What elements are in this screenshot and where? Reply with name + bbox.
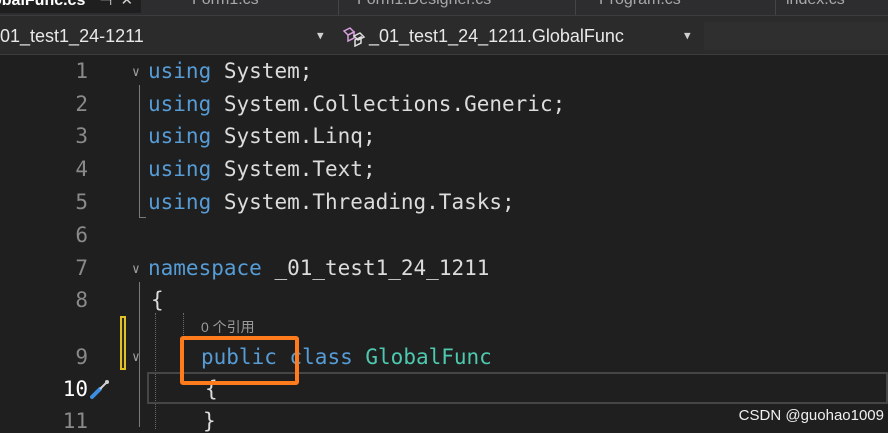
navigation-bar: 01_test1_24-1211 ▼ _01_test1_24_1211.Glo… [0, 15, 888, 55]
collapse-chevron-icon[interactable]: ∨ [132, 65, 140, 80]
line-number: 4 [75, 157, 88, 181]
line-number: 8 [75, 288, 88, 312]
collapse-chevron-icon[interactable]: ∨ [132, 262, 140, 277]
code-line: using System.Collections.Generic; [148, 92, 565, 116]
code-text: System.Collections.Generic; [223, 92, 566, 116]
code-line: namespace _01_test1_24_1211 [148, 256, 489, 280]
type-name: GlobalFunc [365, 345, 492, 369]
code-text: System.Threading.Tasks; [223, 190, 515, 214]
code-line: using System.Linq; [148, 124, 376, 148]
screwdriver-icon[interactable] [89, 378, 111, 400]
watermark: CSDN @guohao1009 [738, 407, 884, 424]
keyword: using [148, 157, 212, 181]
line-number: 9 [75, 345, 88, 369]
pin-icon[interactable]: ⊣ [99, 0, 112, 9]
scope-dropdown[interactable] [704, 22, 888, 50]
tab-form1[interactable]: Form1.cs [192, 0, 259, 13]
code-text: System.Text; [223, 157, 376, 181]
line-number: 1 [75, 59, 88, 83]
chevron-down-icon[interactable]: ▼ [684, 22, 691, 50]
tab-program[interactable]: Program.cs [599, 0, 681, 13]
tab-separator [775, 0, 776, 15]
code-text: System.Linq; [223, 124, 376, 148]
annotation-box [180, 336, 299, 385]
tab-label: Form1.cs [192, 0, 259, 8]
code-line: using System.Threading.Tasks; [148, 190, 515, 214]
line-number: 2 [75, 92, 88, 116]
tab-label: Program.cs [599, 0, 681, 8]
code-text: _01_test1_24_1211 [274, 256, 490, 280]
tab-separator [338, 0, 339, 15]
change-indicator [120, 316, 126, 370]
document-tab-bar: obalFunc.cs ⊣ ✕ Form1.cs Form1.Designer.cs… [0, 0, 888, 15]
code-line: using System.Text; [148, 157, 376, 181]
tab-form1-designer[interactable]: Form1.Designer.cs [357, 0, 491, 13]
tab-label: Form1.Designer.cs [357, 0, 491, 8]
line-number: 6 [75, 223, 88, 247]
line-number: 7 [75, 256, 88, 280]
outline-guide [139, 282, 140, 427]
tab-label: obalFunc.cs [0, 0, 86, 9]
code-text: System; [223, 59, 313, 83]
keyword: using [148, 190, 212, 214]
member-dropdown-value: _01_test1_24_1211.GlobalFunc [369, 26, 624, 46]
close-icon[interactable]: ✕ [120, 0, 133, 9]
keyword: using [148, 124, 212, 148]
line-number: 5 [75, 190, 88, 214]
project-dropdown[interactable]: 01_test1_24-1211 [0, 22, 335, 50]
brace: } [203, 409, 216, 433]
outline-guide [139, 217, 146, 218]
member-dropdown[interactable]: _01_test1_24_1211.GlobalFunc [341, 22, 696, 50]
code-editor[interactable]: 1 2 3 4 5 6 7 8 9 10 11 ∨ ∨ ∨ using Syst… [0, 55, 888, 433]
code-line: } [203, 409, 216, 433]
indent-guide [155, 313, 156, 429]
line-number-current: 10 [62, 377, 88, 401]
tab-separator [575, 0, 576, 15]
brace: { [151, 288, 164, 312]
code-line: { [151, 288, 164, 312]
class-icon [342, 27, 366, 48]
code-line: using System; [148, 59, 312, 83]
line-number: 11 [62, 409, 88, 433]
line-number: 3 [75, 124, 88, 148]
keyword: using [148, 92, 212, 116]
keyword: namespace [148, 256, 262, 280]
keyword: using [148, 59, 212, 83]
chevron-down-icon[interactable]: ▼ [317, 22, 324, 50]
tab-label: index.cs [786, 0, 845, 8]
tab-globalfunc[interactable]: obalFunc.cs ⊣ ✕ [0, 0, 142, 13]
tab-index[interactable]: index.cs [786, 0, 845, 13]
codelens-references[interactable]: 0 个引用 [201, 317, 255, 337]
project-dropdown-value: 01_test1_24-1211 [0, 26, 144, 46]
outline-guide [139, 85, 140, 218]
